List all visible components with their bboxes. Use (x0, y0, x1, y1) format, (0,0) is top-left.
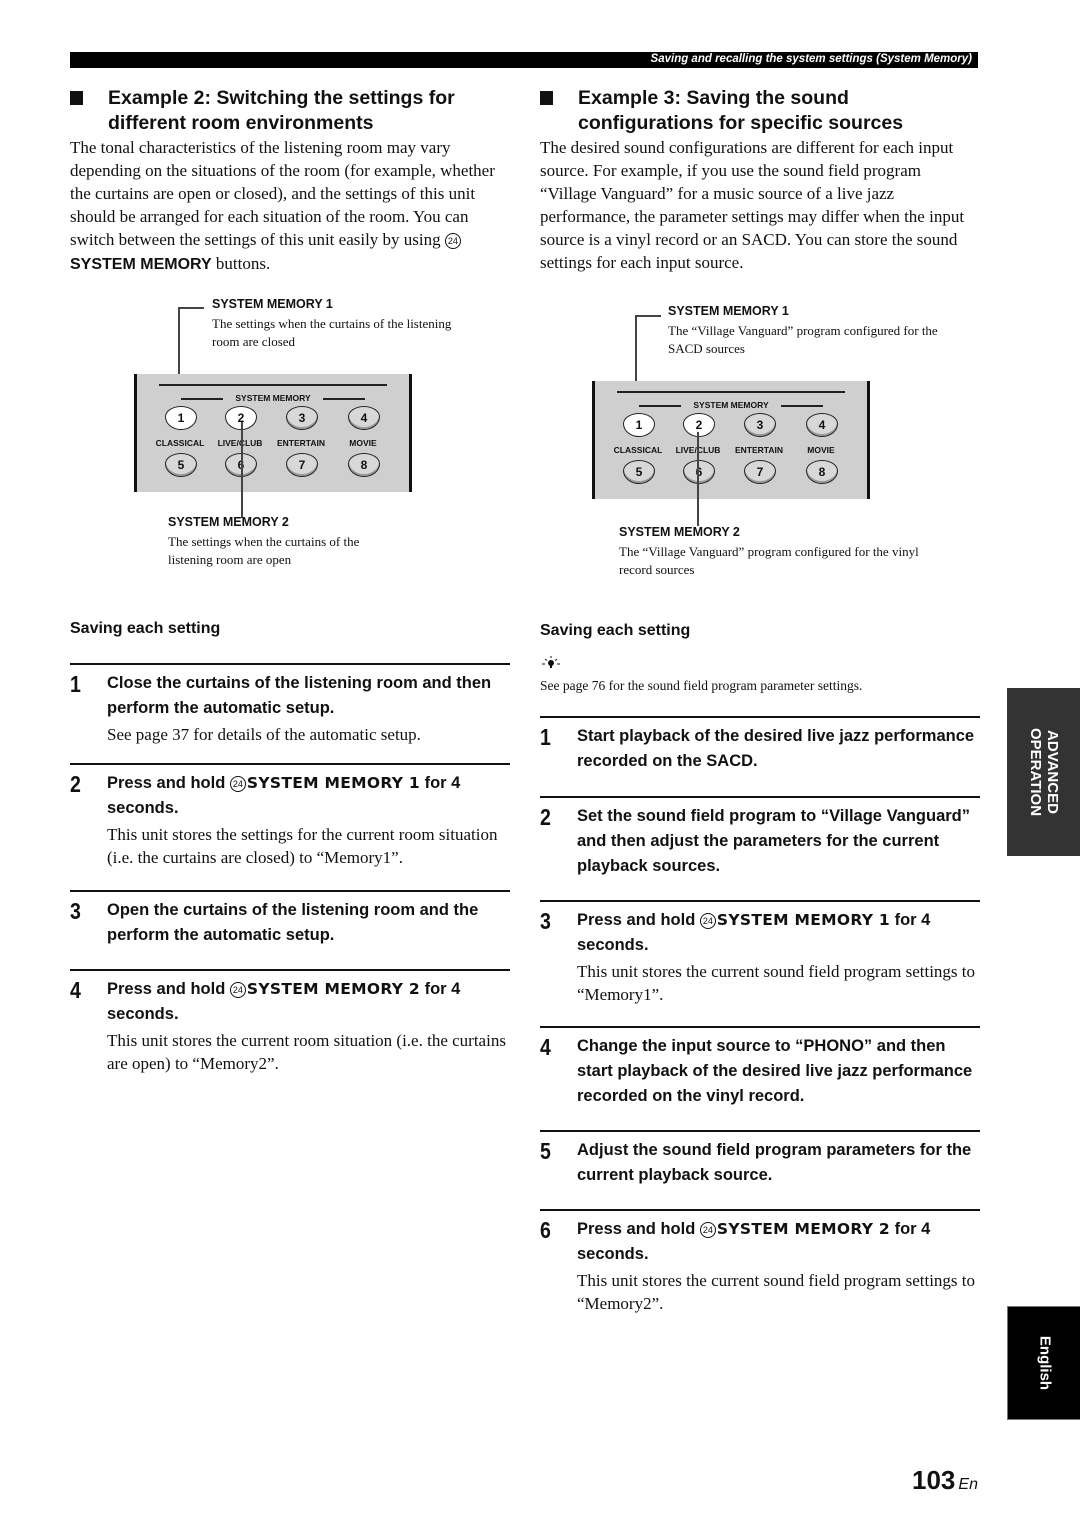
program-button-8[interactable]: 8 (806, 460, 838, 484)
callout-system-memory-2-title: SYSTEM MEMORY 2 (619, 525, 740, 539)
callout-system-memory-1-desc: The settings when the curtains of the li… (212, 316, 452, 349)
callout-system-memory-1-title: SYSTEM MEMORY 1 (668, 304, 789, 318)
remote-button-panel: SYSTEM MEMORY 1 2 3 4 CLASSICAL LIVE/CLU… (134, 374, 412, 492)
step-3: 3 Open the curtains of the listening roo… (70, 890, 510, 948)
step-3: 3 Press and hold 24 SYSTEM MEMORY 1 for 4… (540, 900, 980, 1006)
button-ref-24-icon: 24 (444, 233, 461, 249)
button-ref-24-icon: 24 (699, 1222, 716, 1238)
program-button-5[interactable]: 5 (623, 460, 655, 484)
saving-each-setting-heading: Saving each setting (70, 620, 221, 637)
step-1: 1 Start playback of the desired live jaz… (540, 716, 980, 774)
system-memory-button-1[interactable]: 1 (623, 413, 655, 437)
section-tab-advanced-operation[interactable]: ADVANCED OPERATION (1007, 688, 1080, 856)
step-6: 6 Press and hold 24 SYSTEM MEMORY 2 for 4… (540, 1209, 980, 1315)
example-3-heading: Example 3: Saving the sound configuratio… (540, 86, 903, 136)
button-ref-24-icon: 24 (229, 982, 246, 998)
system-memory-button-3[interactable]: 3 (286, 406, 318, 430)
remote-diagram-right: SYSTEM MEMORY 1 The “Village Vanguard” p… (540, 300, 980, 590)
example-2-heading: Example 2: Switching the settings for di… (70, 86, 455, 136)
remote-button-panel: SYSTEM MEMORY 1 2 3 4 CLASSICAL LIVE/CLU… (592, 381, 870, 499)
step-4: 4 Press and hold 24 SYSTEM MEMORY 2 for 4… (70, 969, 510, 1075)
step-2: 2 Press and hold 24 SYSTEM MEMORY 1 for 4… (70, 763, 510, 869)
program-button-7[interactable]: 7 (286, 453, 318, 477)
page-number: 103 En (912, 1465, 978, 1495)
caption-movie: MOVIE (349, 438, 377, 448)
step-2: 2 Set the sound field program to “Villag… (540, 796, 980, 879)
step-1: 1 Close the curtains of the listening ro… (70, 663, 510, 746)
example-2-intro: The tonal characteristics of the listeni… (70, 138, 495, 273)
callout-system-memory-2-desc: The “Village Vanguard” program configure… (619, 544, 919, 577)
example-3-intro: The desired sound configurations are dif… (540, 138, 965, 272)
program-button-5[interactable]: 5 (165, 453, 197, 477)
system-memory-button-4[interactable]: 4 (348, 406, 380, 430)
system-memory-button-2[interactable]: 2 (683, 413, 715, 437)
callout-system-memory-2-desc: The settings when the curtains of the li… (168, 534, 360, 567)
system-memory-button-4[interactable]: 4 (806, 413, 838, 437)
callout-system-memory-1-title: SYSTEM MEMORY 1 (212, 297, 333, 311)
system-memory-button-3[interactable]: 3 (744, 413, 776, 437)
left-column: Example 2: Switching the settings for di… (70, 0, 510, 1526)
square-bullet-icon (70, 91, 83, 105)
button-ref-24-icon: 24 (229, 776, 246, 792)
step-4: 4 Change the input source to “PHONO” and… (540, 1026, 980, 1109)
program-button-7[interactable]: 7 (744, 460, 776, 484)
program-button-6[interactable]: 6 (683, 460, 715, 484)
callout-system-memory-2-title: SYSTEM MEMORY 2 (168, 515, 289, 529)
program-button-8[interactable]: 8 (348, 453, 380, 477)
language-tab-english[interactable]: English (1007, 1306, 1080, 1420)
lightbulb-tip-icon (542, 656, 560, 668)
step-5: 5 Adjust the sound field program paramet… (540, 1130, 980, 1188)
tip-text: See page 76 for the sound field program … (540, 678, 863, 693)
square-bullet-icon (540, 91, 553, 105)
right-column: Example 3: Saving the sound configuratio… (540, 0, 980, 1526)
button-ref-24-icon: 24 (699, 913, 716, 929)
remote-diagram-left: SYSTEM MEMORY 1 The settings when the cu… (70, 290, 510, 580)
caption-movie: MOVIE (807, 445, 835, 455)
system-memory-button-1[interactable]: 1 (165, 406, 197, 430)
saving-each-setting-heading: Saving each setting (540, 622, 691, 639)
callout-system-memory-1-desc: The “Village Vanguard” program configure… (668, 323, 938, 356)
